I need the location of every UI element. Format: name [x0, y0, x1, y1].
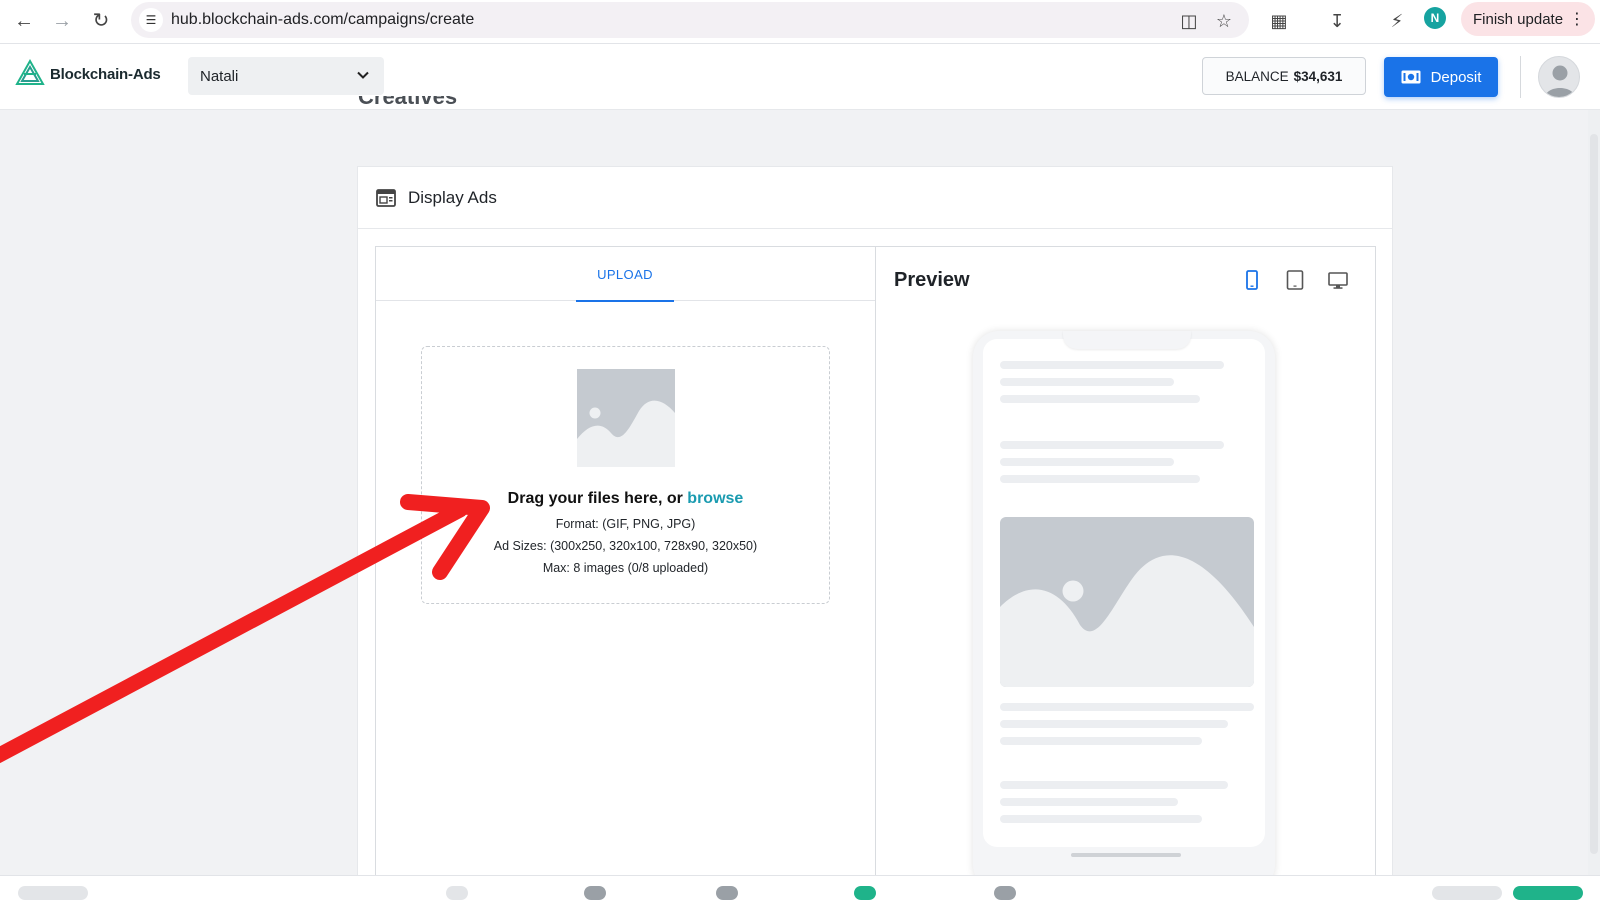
next-step-button[interactable]: [1513, 886, 1583, 900]
user-avatar[interactable]: [1538, 56, 1580, 98]
brand-name: Blockchain-Ads: [50, 65, 161, 83]
account-name: Natali: [200, 67, 239, 85]
phone-screen: [983, 339, 1265, 847]
brand-logo[interactable]: Blockchain-Ads: [14, 58, 161, 90]
phone-home-indicator: [1071, 853, 1181, 857]
profile-avatar[interactable]: N: [1424, 7, 1446, 29]
deposit-button[interactable]: Deposit: [1384, 57, 1498, 97]
desktop-icon[interactable]: [1325, 267, 1351, 293]
creative-editor: UPLOAD Drag your files here, or browse F…: [375, 246, 1376, 900]
file-dropzone[interactable]: Drag your files here, or browse Format: …: [421, 346, 830, 604]
skeleton-line: [1000, 378, 1174, 386]
header-divider: [1520, 56, 1521, 98]
dropzone-title-text: Drag your files here, or: [507, 490, 683, 507]
download-icon[interactable]: ↧: [1324, 8, 1350, 34]
account-select[interactable]: Natali: [188, 57, 384, 95]
back-step-button[interactable]: [18, 886, 88, 900]
tablet-icon[interactable]: [1282, 267, 1308, 293]
mobile-icon[interactable]: [1239, 267, 1265, 293]
finish-update-button[interactable]: Finish update ⋮: [1461, 2, 1595, 36]
user-silhouette-icon: [1545, 65, 1575, 97]
skeleton-line: [1000, 720, 1228, 728]
skeleton-line: [1000, 475, 1200, 483]
back-icon[interactable]: ←: [11, 8, 37, 34]
dropzone-title: Drag your files here, or browse: [422, 490, 829, 508]
max-images-info: Max: 8 images (0/8 uploaded): [542, 561, 709, 575]
step-indicator[interactable]: [716, 886, 738, 900]
format-info: Format: (GIF, PNG, JPG): [555, 517, 696, 531]
step-indicator[interactable]: [584, 886, 606, 900]
bookmark-star-icon[interactable]: ☆: [1212, 10, 1236, 32]
ad-sizes-info: Ad Sizes: (300x250, 320x100, 728x90, 320…: [493, 539, 758, 553]
preview-title: Preview: [894, 269, 970, 291]
finish-update-label: Finish update: [1473, 10, 1564, 28]
preview-pane: Preview: [876, 247, 1376, 900]
skeleton-line: [1000, 703, 1254, 711]
balance-display[interactable]: BALANCE $34,631: [1202, 57, 1366, 95]
skeleton-line: [1000, 798, 1178, 806]
address-bar[interactable]: ☰ hub.blockchain-ads.com/campaigns/creat…: [131, 2, 1249, 38]
deposit-label: Deposit: [1430, 68, 1482, 86]
skeleton-line: [1000, 361, 1224, 369]
upload-tabbar: UPLOAD: [376, 247, 875, 302]
install-app-icon[interactable]: ◫: [1177, 10, 1201, 32]
reload-icon[interactable]: ↻: [88, 8, 114, 34]
brand-logo-icon: [15, 58, 45, 85]
phone-mockup: [973, 331, 1275, 891]
cash-icon: [1401, 70, 1421, 84]
url-text[interactable]: hub.blockchain-ads.com/campaigns/create: [171, 11, 474, 29]
skeleton-line: [1000, 441, 1224, 449]
more-vertical-icon: ⋮: [1569, 11, 1585, 28]
browser-toolbar: ← → ↻ ☰ hub.blockchain-ads.com/campaigns…: [0, 0, 1600, 44]
site-settings-icon[interactable]: ☰: [139, 8, 163, 32]
browse-link[interactable]: browse: [687, 490, 743, 507]
display-ad-icon: [376, 188, 396, 207]
step-indicator[interactable]: [446, 886, 468, 900]
performance-icon[interactable]: ⚡: [1384, 8, 1410, 34]
bottom-stepper-bar: [0, 875, 1600, 900]
skeleton-line: [1000, 781, 1228, 789]
skeleton-line: [1000, 737, 1202, 745]
scrollbar-thumb[interactable]: [1590, 134, 1598, 854]
display-ads-card: Display Ads UPLOAD Drag your files here,…: [357, 166, 1393, 900]
balance-value: $34,631: [1293, 68, 1343, 84]
skeleton-line: [1000, 815, 1202, 823]
card-title: Display Ads: [408, 187, 497, 207]
app-header: Blockchain-Ads Natali BALANCE $34,631 De…: [0, 44, 1600, 110]
balance-label: BALANCE: [1225, 68, 1289, 84]
image-placeholder-icon: [577, 369, 675, 467]
card-header: Display Ads: [358, 167, 1392, 229]
save-draft-button[interactable]: [1432, 886, 1502, 900]
extensions-icon[interactable]: ▦: [1266, 8, 1292, 34]
step-indicator-active[interactable]: [854, 886, 876, 900]
forward-icon[interactable]: →: [49, 8, 75, 34]
page-scrollbar[interactable]: [1588, 110, 1600, 875]
chevron-down-icon: [357, 71, 369, 79]
step-indicator[interactable]: [994, 886, 1016, 900]
phone-notch: [1063, 331, 1191, 349]
skeleton-line: [1000, 458, 1174, 466]
ad-preview-placeholder-icon: [1000, 517, 1254, 687]
skeleton-line: [1000, 395, 1200, 403]
section-heading: Creatives: [358, 96, 458, 109]
tab-upload[interactable]: UPLOAD: [576, 247, 674, 302]
upload-pane: UPLOAD Drag your files here, or browse F…: [376, 247, 876, 900]
